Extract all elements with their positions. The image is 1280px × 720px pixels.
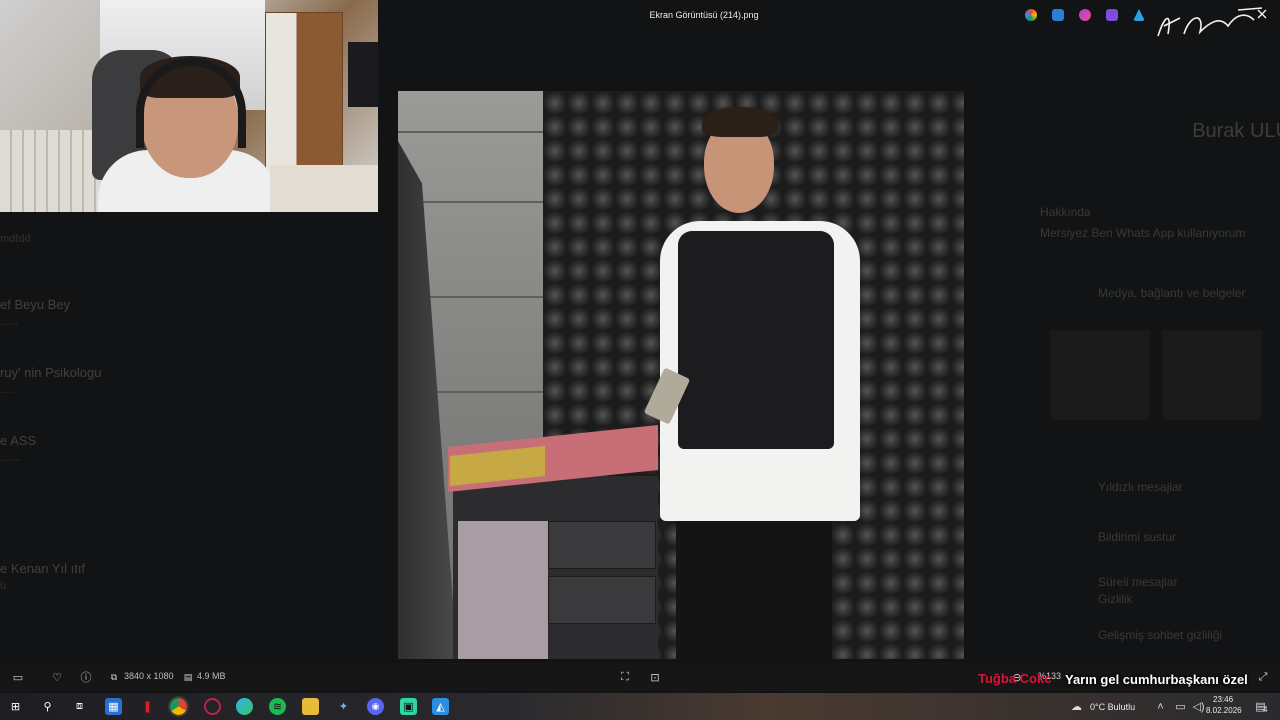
favorite-icon[interactable]: ♡ [49,669,65,685]
photo-person-legs [676,511,832,659]
media-link[interactable]: Medya, bağlantı ve belgeler [1098,286,1245,300]
chat-preview: ....... [0,452,22,464]
webcam-desk [270,165,378,212]
weather-text[interactable]: 0°C Bulutlu [1090,702,1135,712]
chat-list-item[interactable]: e Kenan Yıl ıtıf ü [0,547,380,615]
contact-name: Burak ULU [1192,120,1280,142]
signature-logo [1157,7,1267,37]
webcam-wardrobe [265,12,343,182]
photo-drawer [548,576,656,624]
chat-name: ef Beyu Bey [0,297,71,312]
clock-date[interactable]: 8.02.2026 [1206,706,1242,715]
discord-icon[interactable]: ◉ [367,698,384,715]
about-label: Hakkında [1040,205,1091,219]
search-icon[interactable]: ⚲ [39,698,56,715]
screen: mdfdd ef Beyu Bey ...... ruy' nin Psikol… [0,0,1280,720]
task-view-icon[interactable]: ⧈ [71,698,88,715]
chat-preview: ü [0,580,7,592]
alert-donor-name: Tuğba Cokc [978,671,1052,686]
chat-list-item[interactable]: mdfdd [0,215,380,283]
displayed-image[interactable] [398,91,964,659]
opera-icon[interactable] [204,698,221,715]
chat-preview: ..... [0,384,16,396]
mute-notifications-link[interactable]: Bildirimi sustur [1098,530,1176,544]
filesize-icon: ▤ [183,671,193,682]
chat-preview: ...... [0,316,19,328]
media-thumbnail[interactable] [1050,330,1150,420]
starred-messages-link[interactable]: Yıldızlı mesajlar [1098,480,1183,494]
windows-start-icon[interactable]: ⊞ [7,698,24,715]
photo-desk-panel [458,521,548,659]
app-icon[interactable] [1106,9,1118,21]
close-icon [1257,9,1267,19]
dimensions-icon: ⧉ [110,671,118,682]
network-icon[interactable]: ▭ [1172,698,1189,715]
webcam-bed [0,130,105,212]
media-thumbnail[interactable] [1162,330,1262,420]
chevron-up-icon[interactable]: ˄ [1152,698,1169,715]
info-icon[interactable]: ⓘ [78,669,94,685]
photo-drawer [548,521,656,569]
weather-cloud-icon: ☁ [1071,701,1082,713]
app-icon[interactable]: ✦ [335,698,352,715]
edge-icon[interactable] [236,698,253,715]
app-icon[interactable] [1052,9,1064,21]
photo-person-hair [702,107,778,137]
disappearing-messages-link[interactable]: Süreli mesajlar [1098,575,1177,589]
chat-name: ruy' nin Psikologu [0,365,102,380]
volume-icon[interactable]: ◁) [1190,698,1207,715]
file-explorer-icon[interactable] [302,698,319,715]
chat-list-item[interactable]: ef Beyu Bey ...... [0,283,380,351]
actual-size-icon[interactable]: ⊡ [647,669,663,685]
webcam-monitor [348,42,378,107]
chat-name: e ASS [0,433,37,448]
chat-list-item[interactable]: ruy' nin Psikologu ..... [0,351,380,419]
encryption-link[interactable]: Gizlilik [1098,592,1133,606]
taskbar: ⊞ ⚲ ⧈ ▦ ❚ ≋ ✦ ◉ ▣ ◭ ☁ 0°C Bulutlu ˄ ▭ ◁)… [0,693,1280,720]
overlay-app-icons [1025,9,1145,21]
webcam-overlay [0,0,378,212]
chat-name: e Kenan Yıl ıtıf [0,561,86,576]
app-icon[interactable] [1079,9,1091,21]
spotify-icon[interactable]: ≋ [269,698,286,715]
copilot-icon[interactable] [1025,9,1037,21]
about-text: Mersiyez Ben Whats App kullanıyorum [1040,226,1246,240]
red-app-icon[interactable]: ❚ [139,698,156,715]
image-viewer-titlebar: Ekran Görüntüsü (214).png [378,0,1280,37]
advanced-privacy-link[interactable]: Gelişmiş sohbet gizliliği [1098,628,1222,642]
store-icon[interactable]: ▦ [105,698,122,715]
image-dimensions: 3840 x 1080 [124,671,174,681]
image-filesize: 4.9 MB [197,671,226,681]
filmstrip-icon[interactable]: ▭ [10,669,26,685]
clock-time[interactable]: 23:46 [1213,695,1233,704]
chat-list-item[interactable]: e ASS ....... [0,419,380,487]
app-icon[interactable] [1133,9,1145,21]
chrome-icon[interactable] [168,696,189,717]
photo-tactical-vest [678,231,834,449]
photos-icon[interactable]: ◭ [432,698,449,715]
notification-count: 4 [1263,705,1268,714]
app-icon[interactable]: ▣ [400,698,417,715]
fit-to-window-icon[interactable]: ⛶ [617,669,633,685]
chat-list: mdfdd ef Beyu Bey ...... ruy' nin Psikol… [0,215,380,720]
contact-info-panel: Burak ULU Hakkında Mersiyez Ben Whats Ap… [1030,40,1280,680]
chat-preview: mdfdd [0,233,31,245]
